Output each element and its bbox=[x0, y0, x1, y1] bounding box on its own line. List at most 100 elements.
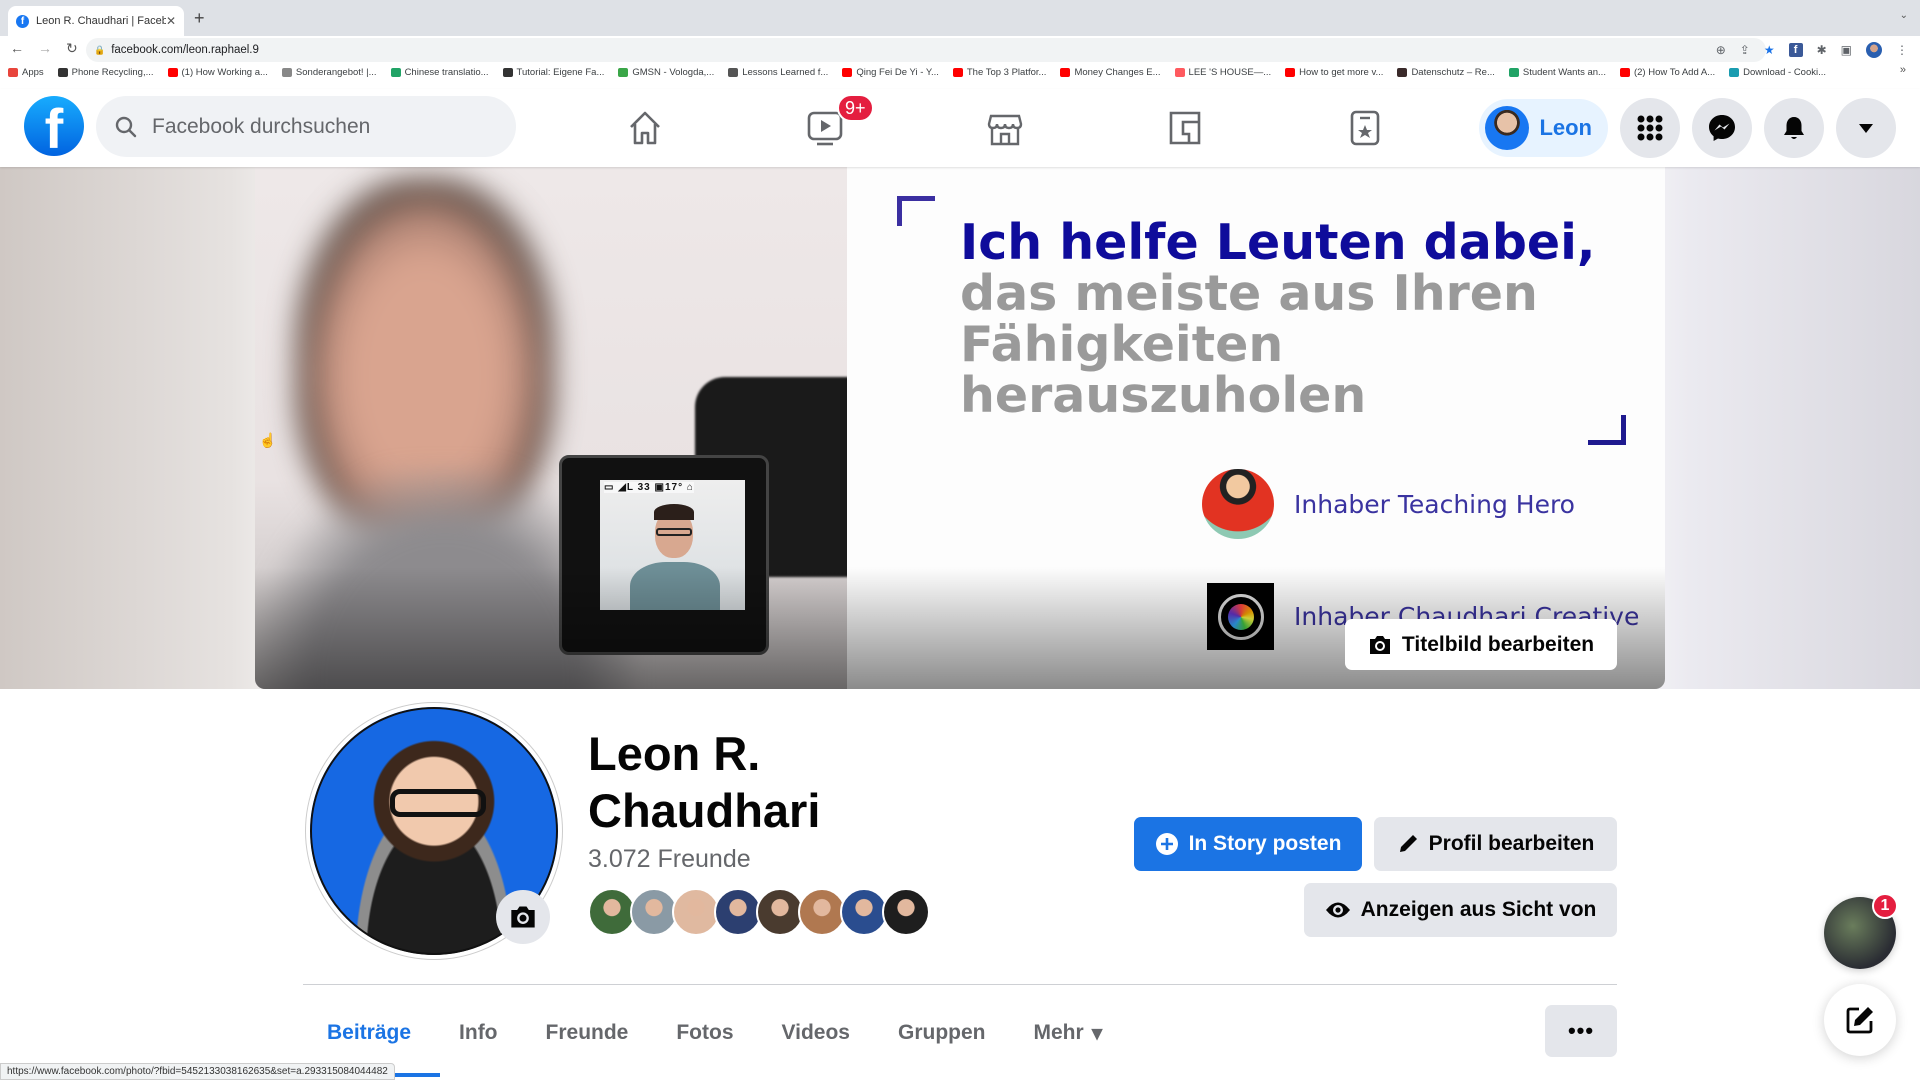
grid-menu-icon bbox=[1637, 115, 1663, 141]
edit-cover-button[interactable]: Titelbild bearbeiten bbox=[1345, 619, 1617, 670]
bookmark-item[interactable]: Lessons Learned f... bbox=[728, 67, 828, 78]
profile-tab-videos[interactable]: Videos bbox=[758, 1000, 874, 1066]
messenger-button[interactable] bbox=[1692, 98, 1752, 158]
friend-avatar[interactable] bbox=[798, 888, 846, 936]
bookmark-item[interactable]: (2) How To Add A... bbox=[1619, 66, 1716, 78]
friend-avatar[interactable] bbox=[756, 888, 804, 936]
link-status-bar: https://www.facebook.com/photo/?fbid=545… bbox=[0, 1063, 395, 1080]
nav-watch[interactable]: 9+ bbox=[735, 89, 915, 167]
notifications-button[interactable] bbox=[1764, 98, 1824, 158]
bookmark-item[interactable]: Phone Recycling,... bbox=[57, 67, 154, 78]
caret-down-icon bbox=[1859, 124, 1873, 133]
menu-button[interactable] bbox=[1620, 98, 1680, 158]
tab-label: Mehr bbox=[1033, 1021, 1084, 1044]
zoom-icon[interactable]: ⊕ bbox=[1716, 43, 1726, 57]
account-button[interactable] bbox=[1836, 98, 1896, 158]
bookmark-star-icon[interactable]: ★ bbox=[1764, 43, 1775, 57]
view-as-button[interactable]: Anzeigen aus Sicht von bbox=[1304, 883, 1617, 937]
tab-search-chevron-icon[interactable]: ⌄ bbox=[1900, 10, 1908, 21]
address-bar[interactable]: 🔒 facebook.com/leon.raphael.9 bbox=[86, 38, 1766, 62]
browser-profile-avatar[interactable] bbox=[1866, 42, 1882, 58]
search-input[interactable]: Facebook durchsuchen bbox=[96, 96, 516, 157]
bookmark-label: Lessons Learned f... bbox=[742, 66, 829, 78]
friend-avatar[interactable] bbox=[840, 888, 888, 936]
browser-tab[interactable]: f Leon R. Chaudhari | Facebook ✕ bbox=[8, 6, 184, 36]
bookmark-item[interactable]: Tutorial: Eigene Fa... bbox=[502, 67, 604, 78]
bookmark-label: Sonderangebot! |... bbox=[295, 66, 377, 78]
profile-tab-beitrge[interactable]: Beiträge bbox=[303, 1000, 435, 1066]
bookmark-item[interactable]: LEE 'S HOUSE—... bbox=[1174, 67, 1271, 78]
profile-tab-gruppen[interactable]: Gruppen bbox=[874, 1000, 1010, 1066]
friend-avatar[interactable] bbox=[588, 888, 636, 936]
bookmark-item[interactable]: Student Wants an... bbox=[1508, 67, 1606, 78]
more-options-button[interactable]: ••• bbox=[1545, 1005, 1617, 1057]
facebook-header: f Facebook durchsuchen 9+ Leon bbox=[0, 89, 1920, 167]
search-icon bbox=[115, 116, 137, 137]
profile-tab-mehr[interactable]: Mehr ▾ bbox=[1010, 1000, 1127, 1066]
bookmark-favicon-icon bbox=[728, 67, 739, 77]
messenger-icon bbox=[1709, 115, 1735, 141]
bookmark-item[interactable]: Apps bbox=[8, 67, 44, 78]
update-profile-picture-button[interactable] bbox=[496, 890, 550, 944]
extensions-puzzle-icon[interactable]: ✱ bbox=[1817, 43, 1827, 57]
friend-avatar[interactable] bbox=[630, 888, 678, 936]
bookmark-item[interactable]: Sonderangebot! |... bbox=[281, 66, 377, 78]
cover-photo[interactable]: ▭ ◢L 33 ▣17° ⌂ Ich helfe Leuten dabei, d… bbox=[255, 167, 1665, 689]
bookmark-item[interactable]: Chinese translatio... bbox=[390, 66, 489, 78]
bracket-bottom-right bbox=[1588, 415, 1626, 445]
bookmark-item[interactable]: Datenschutz – Re... bbox=[1397, 67, 1495, 78]
camera-icon bbox=[511, 906, 535, 928]
share-icon[interactable]: ⇪ bbox=[1740, 43, 1750, 57]
profile-tab-fotos[interactable]: Fotos bbox=[652, 1000, 757, 1066]
tab-label: Info bbox=[459, 1021, 498, 1044]
friend-avatar[interactable] bbox=[882, 888, 930, 936]
browser-menu-icon[interactable]: ⋮ bbox=[1896, 43, 1908, 57]
bookmarks-overflow-button[interactable]: » bbox=[1900, 64, 1906, 76]
reload-button[interactable]: ↻ bbox=[66, 40, 78, 57]
profile-tab-freunde[interactable]: Freunde bbox=[522, 1000, 653, 1066]
friend-avatar[interactable] bbox=[672, 888, 720, 936]
user-name: Leon bbox=[1539, 115, 1592, 140]
friend-avatar[interactable] bbox=[714, 888, 762, 936]
bookmark-favicon-icon bbox=[1619, 67, 1630, 77]
feeds-icon bbox=[1169, 111, 1201, 145]
eye-icon bbox=[1325, 902, 1350, 918]
nav-gaming[interactable] bbox=[1275, 89, 1455, 167]
back-button[interactable]: ← bbox=[10, 40, 24, 57]
new-tab-button[interactable]: + bbox=[194, 8, 205, 29]
new-message-button[interactable] bbox=[1824, 984, 1896, 1056]
bookmark-favicon-icon bbox=[1729, 67, 1740, 77]
bracket-top-left bbox=[897, 196, 935, 226]
cover-photo-image: ▭ ◢L 33 ▣17° ⌂ bbox=[255, 167, 855, 689]
bookmark-item[interactable]: (1) How Working a... bbox=[167, 67, 268, 78]
bookmark-item[interactable]: GMSN - Vologda,... bbox=[618, 67, 714, 78]
bookmark-item[interactable]: Download - Cooki... bbox=[1729, 67, 1826, 78]
bookmark-label: (2) How To Add A... bbox=[1633, 66, 1716, 78]
profile-tab-info[interactable]: Info bbox=[435, 1000, 521, 1066]
nav-marketplace[interactable] bbox=[915, 89, 1095, 167]
bookmark-item[interactable]: How to get more v... bbox=[1285, 67, 1383, 78]
side-panel-icon[interactable]: ▣ bbox=[1841, 43, 1852, 57]
edit-profile-button[interactable]: Profil bearbeiten bbox=[1374, 817, 1617, 871]
bookmark-label: How to get more v... bbox=[1299, 66, 1384, 78]
pencil-icon bbox=[1399, 835, 1417, 852]
facebook-logo[interactable]: f bbox=[24, 96, 84, 156]
search-placeholder: Facebook durchsuchen bbox=[152, 114, 371, 138]
forward-button[interactable]: → bbox=[38, 40, 52, 57]
bookmark-item[interactable]: The Top 3 Platfor... bbox=[952, 67, 1046, 78]
nav-home[interactable] bbox=[555, 89, 735, 167]
add-to-story-button[interactable]: In Story posten bbox=[1134, 817, 1362, 871]
profile-shortcut[interactable]: Leon bbox=[1479, 99, 1608, 157]
bookmark-label: Chinese translatio... bbox=[404, 66, 489, 78]
cover-text-panel: Ich helfe Leuten dabei, das meiste aus I… bbox=[847, 167, 1665, 689]
lcd-person-hair bbox=[654, 504, 694, 520]
bookmark-item[interactable]: Money Changes E... bbox=[1060, 67, 1161, 78]
close-tab-icon[interactable]: ✕ bbox=[166, 14, 176, 28]
plus-circle-icon bbox=[1155, 833, 1178, 855]
bookmark-item[interactable]: Qing Fei De Yi - Y... bbox=[842, 67, 939, 78]
facebook-extension-icon[interactable]: f bbox=[1788, 43, 1803, 57]
lcd-person-shirt bbox=[630, 562, 720, 610]
nav-groups[interactable] bbox=[1095, 89, 1275, 167]
cover-headline: Ich helfe Leuten dabei, das meiste aus I… bbox=[960, 217, 1596, 421]
friends-count[interactable]: 3.072 Freunde bbox=[588, 845, 751, 874]
